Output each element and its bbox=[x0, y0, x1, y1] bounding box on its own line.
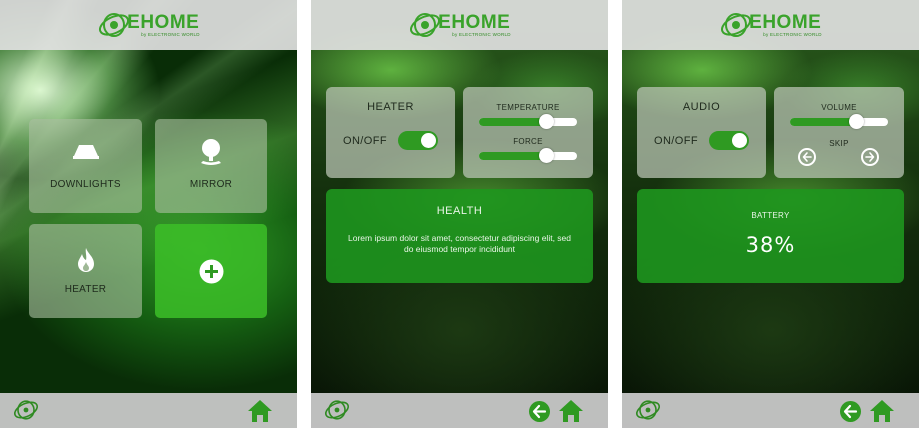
brand-logo: EHOME by ELECTRONIC WORLD bbox=[97, 10, 200, 40]
toggle-label: ON/OFF bbox=[654, 135, 698, 147]
slider-fill bbox=[479, 152, 546, 160]
skip-forward-button[interactable] bbox=[861, 148, 879, 166]
home-icon[interactable] bbox=[869, 399, 895, 423]
brand-name: EHOME bbox=[438, 11, 511, 33]
arrow-left-icon bbox=[802, 152, 812, 162]
toggle-knob bbox=[732, 133, 747, 148]
ehome-logo-icon bbox=[99, 13, 130, 37]
heater-screen: EHOME by ELECTRONIC WORLD HEATER ON/OFF … bbox=[311, 0, 608, 428]
volume-label: VOLUME bbox=[821, 103, 857, 112]
tile-downlights[interactable]: DOWNLIGHTS bbox=[29, 119, 142, 213]
bottom-bar bbox=[311, 393, 608, 428]
volume-slider[interactable] bbox=[790, 114, 888, 129]
panel-title: HEATER bbox=[367, 101, 414, 113]
tile-mirror[interactable]: MIRROR bbox=[155, 119, 267, 213]
back-button[interactable] bbox=[529, 401, 550, 422]
heater-sliders-panel: TEMPERATURE FORCE bbox=[463, 87, 593, 178]
battery-panel: BATTERY 38% bbox=[637, 189, 904, 283]
battery-label: BATTERY bbox=[751, 211, 790, 220]
brand-tagline: by ELECTRONIC WORLD bbox=[763, 31, 822, 37]
top-bar: EHOME by ELECTRONIC WORLD bbox=[311, 0, 608, 50]
back-button[interactable] bbox=[840, 401, 861, 422]
battery-value: 38% bbox=[745, 233, 796, 257]
add-device-button[interactable] bbox=[155, 224, 267, 318]
bottom-bar bbox=[622, 393, 919, 428]
brand-logo: EHOME by ELECTRONIC WORLD bbox=[719, 10, 822, 40]
ehome-logo-icon bbox=[410, 13, 441, 37]
back-arrow-icon bbox=[532, 404, 547, 419]
temperature-label: TEMPERATURE bbox=[496, 103, 560, 112]
health-panel: HEALTH Lorem ipsum dolor sit amet, conse… bbox=[326, 189, 593, 283]
toggle-label: ON/OFF bbox=[343, 135, 387, 147]
heater-control-panel: HEATER ON/OFF bbox=[326, 87, 455, 178]
temperature-slider[interactable] bbox=[479, 114, 577, 129]
volume-panel: VOLUME SKIP bbox=[774, 87, 904, 178]
audio-control-panel: AUDIO ON/OFF bbox=[637, 87, 766, 178]
home-icon[interactable] bbox=[247, 399, 273, 423]
toggle-knob bbox=[421, 133, 436, 148]
top-bar: EHOME by ELECTRONIC WORLD bbox=[0, 0, 297, 50]
brand-tagline: by ELECTRONIC WORLD bbox=[452, 31, 511, 37]
flame-icon bbox=[78, 248, 94, 272]
mirror-icon bbox=[201, 139, 221, 165]
skip-back-button[interactable] bbox=[798, 148, 816, 166]
skip-label: SKIP bbox=[829, 139, 849, 148]
home-icon[interactable] bbox=[558, 399, 584, 423]
tile-label: DOWNLIGHTS bbox=[50, 179, 121, 190]
audio-toggle[interactable] bbox=[709, 131, 749, 150]
heater-toggle[interactable] bbox=[398, 131, 438, 150]
tile-label: MIRROR bbox=[189, 179, 233, 190]
tile-label: HEATER bbox=[64, 284, 107, 295]
brand-logo: EHOME by ELECTRONIC WORLD bbox=[408, 10, 511, 40]
arrow-right-icon bbox=[865, 152, 875, 162]
slider-fill bbox=[479, 118, 546, 126]
slider-thumb[interactable] bbox=[539, 148, 554, 163]
audio-screen: EHOME by ELECTRONIC WORLD AUDIO ON/OFF V… bbox=[622, 0, 919, 428]
ehome-logo-icon[interactable] bbox=[12, 398, 40, 422]
background-image bbox=[0, 0, 297, 428]
home-screen: EHOME by ELECTRONIC WORLD DOWNLIGHTS MIR… bbox=[0, 0, 297, 428]
bottom-bar bbox=[0, 393, 297, 428]
ehome-logo-icon[interactable] bbox=[323, 398, 351, 422]
brand-name: EHOME bbox=[749, 11, 822, 33]
plus-icon bbox=[199, 259, 224, 284]
panel-title: AUDIO bbox=[682, 101, 721, 113]
slider-fill bbox=[790, 118, 856, 126]
health-description: Lorem ipsum dolor sit amet, consectetur … bbox=[348, 233, 571, 254]
ehome-logo-icon bbox=[721, 13, 752, 37]
downlight-icon bbox=[73, 145, 99, 159]
slider-thumb[interactable] bbox=[849, 114, 864, 129]
brand-tagline: by ELECTRONIC WORLD bbox=[141, 31, 200, 37]
ehome-logo-icon[interactable] bbox=[634, 398, 662, 422]
back-arrow-icon bbox=[843, 404, 858, 419]
slider-thumb[interactable] bbox=[539, 114, 554, 129]
tile-heater[interactable]: HEATER bbox=[29, 224, 142, 318]
panel-title: HEALTH bbox=[436, 205, 483, 217]
force-label: FORCE bbox=[513, 137, 543, 146]
brand-name: EHOME bbox=[127, 11, 200, 33]
force-slider[interactable] bbox=[479, 148, 577, 163]
top-bar: EHOME by ELECTRONIC WORLD bbox=[622, 0, 919, 50]
